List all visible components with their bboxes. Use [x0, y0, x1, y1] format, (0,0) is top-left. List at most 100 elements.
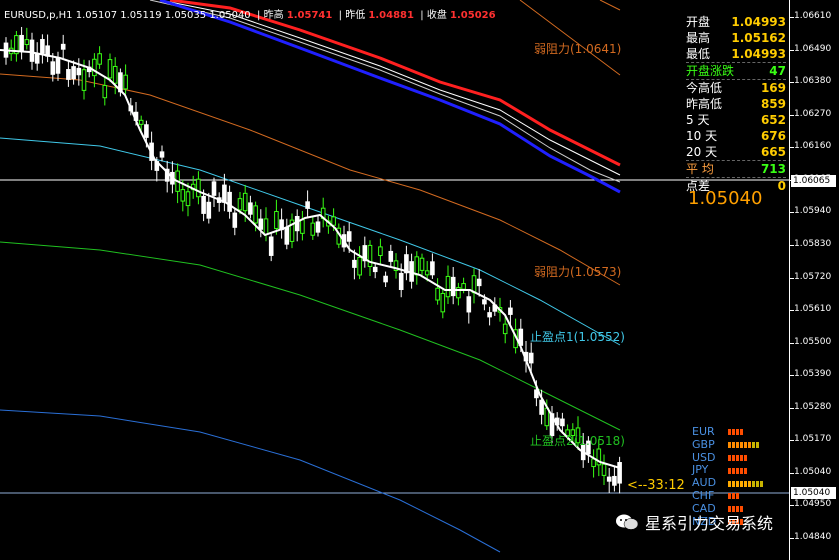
candle-body — [76, 67, 82, 76]
info-row-high: 最高 1.05162 — [686, 30, 786, 46]
strength-bar — [736, 429, 739, 436]
info-row-20day: 20 天 665 — [686, 144, 786, 160]
candle-body — [357, 256, 362, 276]
candle-body — [92, 58, 97, 77]
take-profit-2-curve — [0, 241, 621, 431]
strength-bar — [740, 442, 743, 449]
info-value: 0 — [777, 179, 786, 193]
candle-body — [435, 287, 440, 301]
crosshair-price-box: 1.06065 — [791, 175, 836, 187]
candle-body — [466, 296, 472, 313]
price-tick-label: 1.05830 — [794, 238, 832, 249]
candle-body — [274, 211, 279, 230]
candle-body — [612, 475, 617, 486]
candle-body — [284, 226, 290, 245]
strength-bar — [736, 442, 739, 449]
take-profit-2-label: 止盈点2(1.0518) — [530, 434, 625, 448]
info-value: 47 — [769, 64, 786, 78]
candle-body — [180, 189, 186, 202]
strength-bar — [736, 480, 739, 487]
candle-body — [34, 53, 40, 64]
strength-bar — [728, 467, 731, 474]
price-tick-label: 1.05170 — [794, 434, 832, 445]
watermark: 星系引力交易系统 — [615, 510, 773, 534]
strength-bar — [752, 480, 755, 487]
price-tick-label: 1.06490 — [794, 43, 832, 54]
strength-bar — [736, 493, 739, 500]
info-label: 今高低 — [686, 81, 723, 95]
strength-bar — [744, 467, 747, 474]
info-value: 1.05162 — [731, 31, 786, 45]
candle-body — [211, 181, 217, 196]
currency-strength-bars — [728, 429, 743, 436]
candle-body — [367, 244, 373, 268]
current-price-display: 1.05040 — [688, 188, 763, 209]
info-panel: 开盘 1.04993 最高 1.05162 最低 1.04993 开盘涨跌 47 今高低… — [686, 14, 786, 194]
price-chart[interactable] — [0, 0, 789, 560]
candle-body — [206, 201, 212, 219]
candle-body — [352, 259, 357, 268]
currency-strength-bars — [728, 442, 759, 449]
weak-resistance-label-1: 弱阻力(1.0641) — [534, 42, 622, 56]
info-row-yesterday-range: 昨高低 859 — [686, 96, 786, 112]
candle-body — [606, 476, 612, 482]
candle-body — [81, 69, 87, 91]
take-profit-1-label: 止盈点1(1.0552) — [530, 330, 625, 344]
info-row-open-change: 开盘涨跌 47 — [686, 62, 786, 79]
strength-bar — [744, 442, 747, 449]
info-row-10day: 10 天 676 — [686, 128, 786, 144]
candle-body — [487, 312, 492, 318]
candle-body — [71, 66, 76, 80]
strength-bar — [728, 429, 731, 436]
candle-body — [450, 276, 456, 297]
candle-body — [222, 184, 227, 203]
candle-body — [398, 272, 404, 291]
candlesticks — [3, 26, 622, 494]
bar-countdown: <--33:12 — [627, 478, 685, 493]
info-label: 5 天 — [686, 113, 710, 127]
price-tick-label: 1.04840 — [794, 532, 832, 542]
info-value: 1.04993 — [731, 47, 786, 61]
candle-body — [138, 119, 144, 125]
symbol-header: EURUSD,p,H1 1.05107 1.05119 1.05035 1.05… — [4, 10, 496, 21]
price-tick-label: 1.05720 — [794, 271, 832, 282]
weak-resistance-label-2: 弱阻力(1.0573) — [534, 265, 622, 279]
info-label: 平 均 — [686, 162, 714, 176]
candle-body — [315, 221, 321, 233]
candle-body — [424, 270, 430, 276]
strength-bar — [756, 480, 759, 487]
info-value: 859 — [760, 97, 786, 111]
strength-bar — [732, 480, 735, 487]
candle-body — [310, 222, 316, 236]
currency-row-chf: CHF — [692, 489, 763, 503]
candle-body — [60, 43, 66, 50]
strength-bar — [732, 442, 735, 449]
info-value: 169 — [760, 81, 786, 95]
candle-body — [159, 151, 165, 158]
candle-body — [372, 266, 378, 273]
candle-body — [237, 198, 243, 211]
candle-body — [263, 218, 269, 235]
candle-body — [300, 219, 305, 234]
strength-bar — [740, 467, 743, 474]
candle-body — [253, 205, 258, 224]
info-row-open: 开盘 1.04993 — [686, 14, 786, 30]
price-axis[interactable]: 1.06610 1.06490 1.06380 1.06270 1.06160 1.060… — [789, 0, 839, 560]
candle-body — [430, 261, 435, 276]
strength-bar — [728, 493, 731, 500]
candle-body — [50, 61, 56, 75]
candle-body — [66, 69, 71, 80]
strength-bar — [732, 454, 735, 461]
price-tick-label: 1.06610 — [794, 11, 832, 21]
info-label: 10 天 — [686, 129, 718, 143]
price-tick-label: 1.05500 — [794, 336, 832, 347]
strength-bar — [740, 480, 743, 487]
candle-body — [232, 212, 238, 228]
price-tick-label: 1.05040 — [794, 466, 832, 477]
strength-bar — [752, 442, 755, 449]
candle-body — [482, 299, 487, 305]
candle-body — [502, 323, 508, 335]
wechat-icon — [615, 513, 639, 531]
candle-body — [560, 418, 565, 427]
info-label: 最高 — [686, 31, 711, 45]
